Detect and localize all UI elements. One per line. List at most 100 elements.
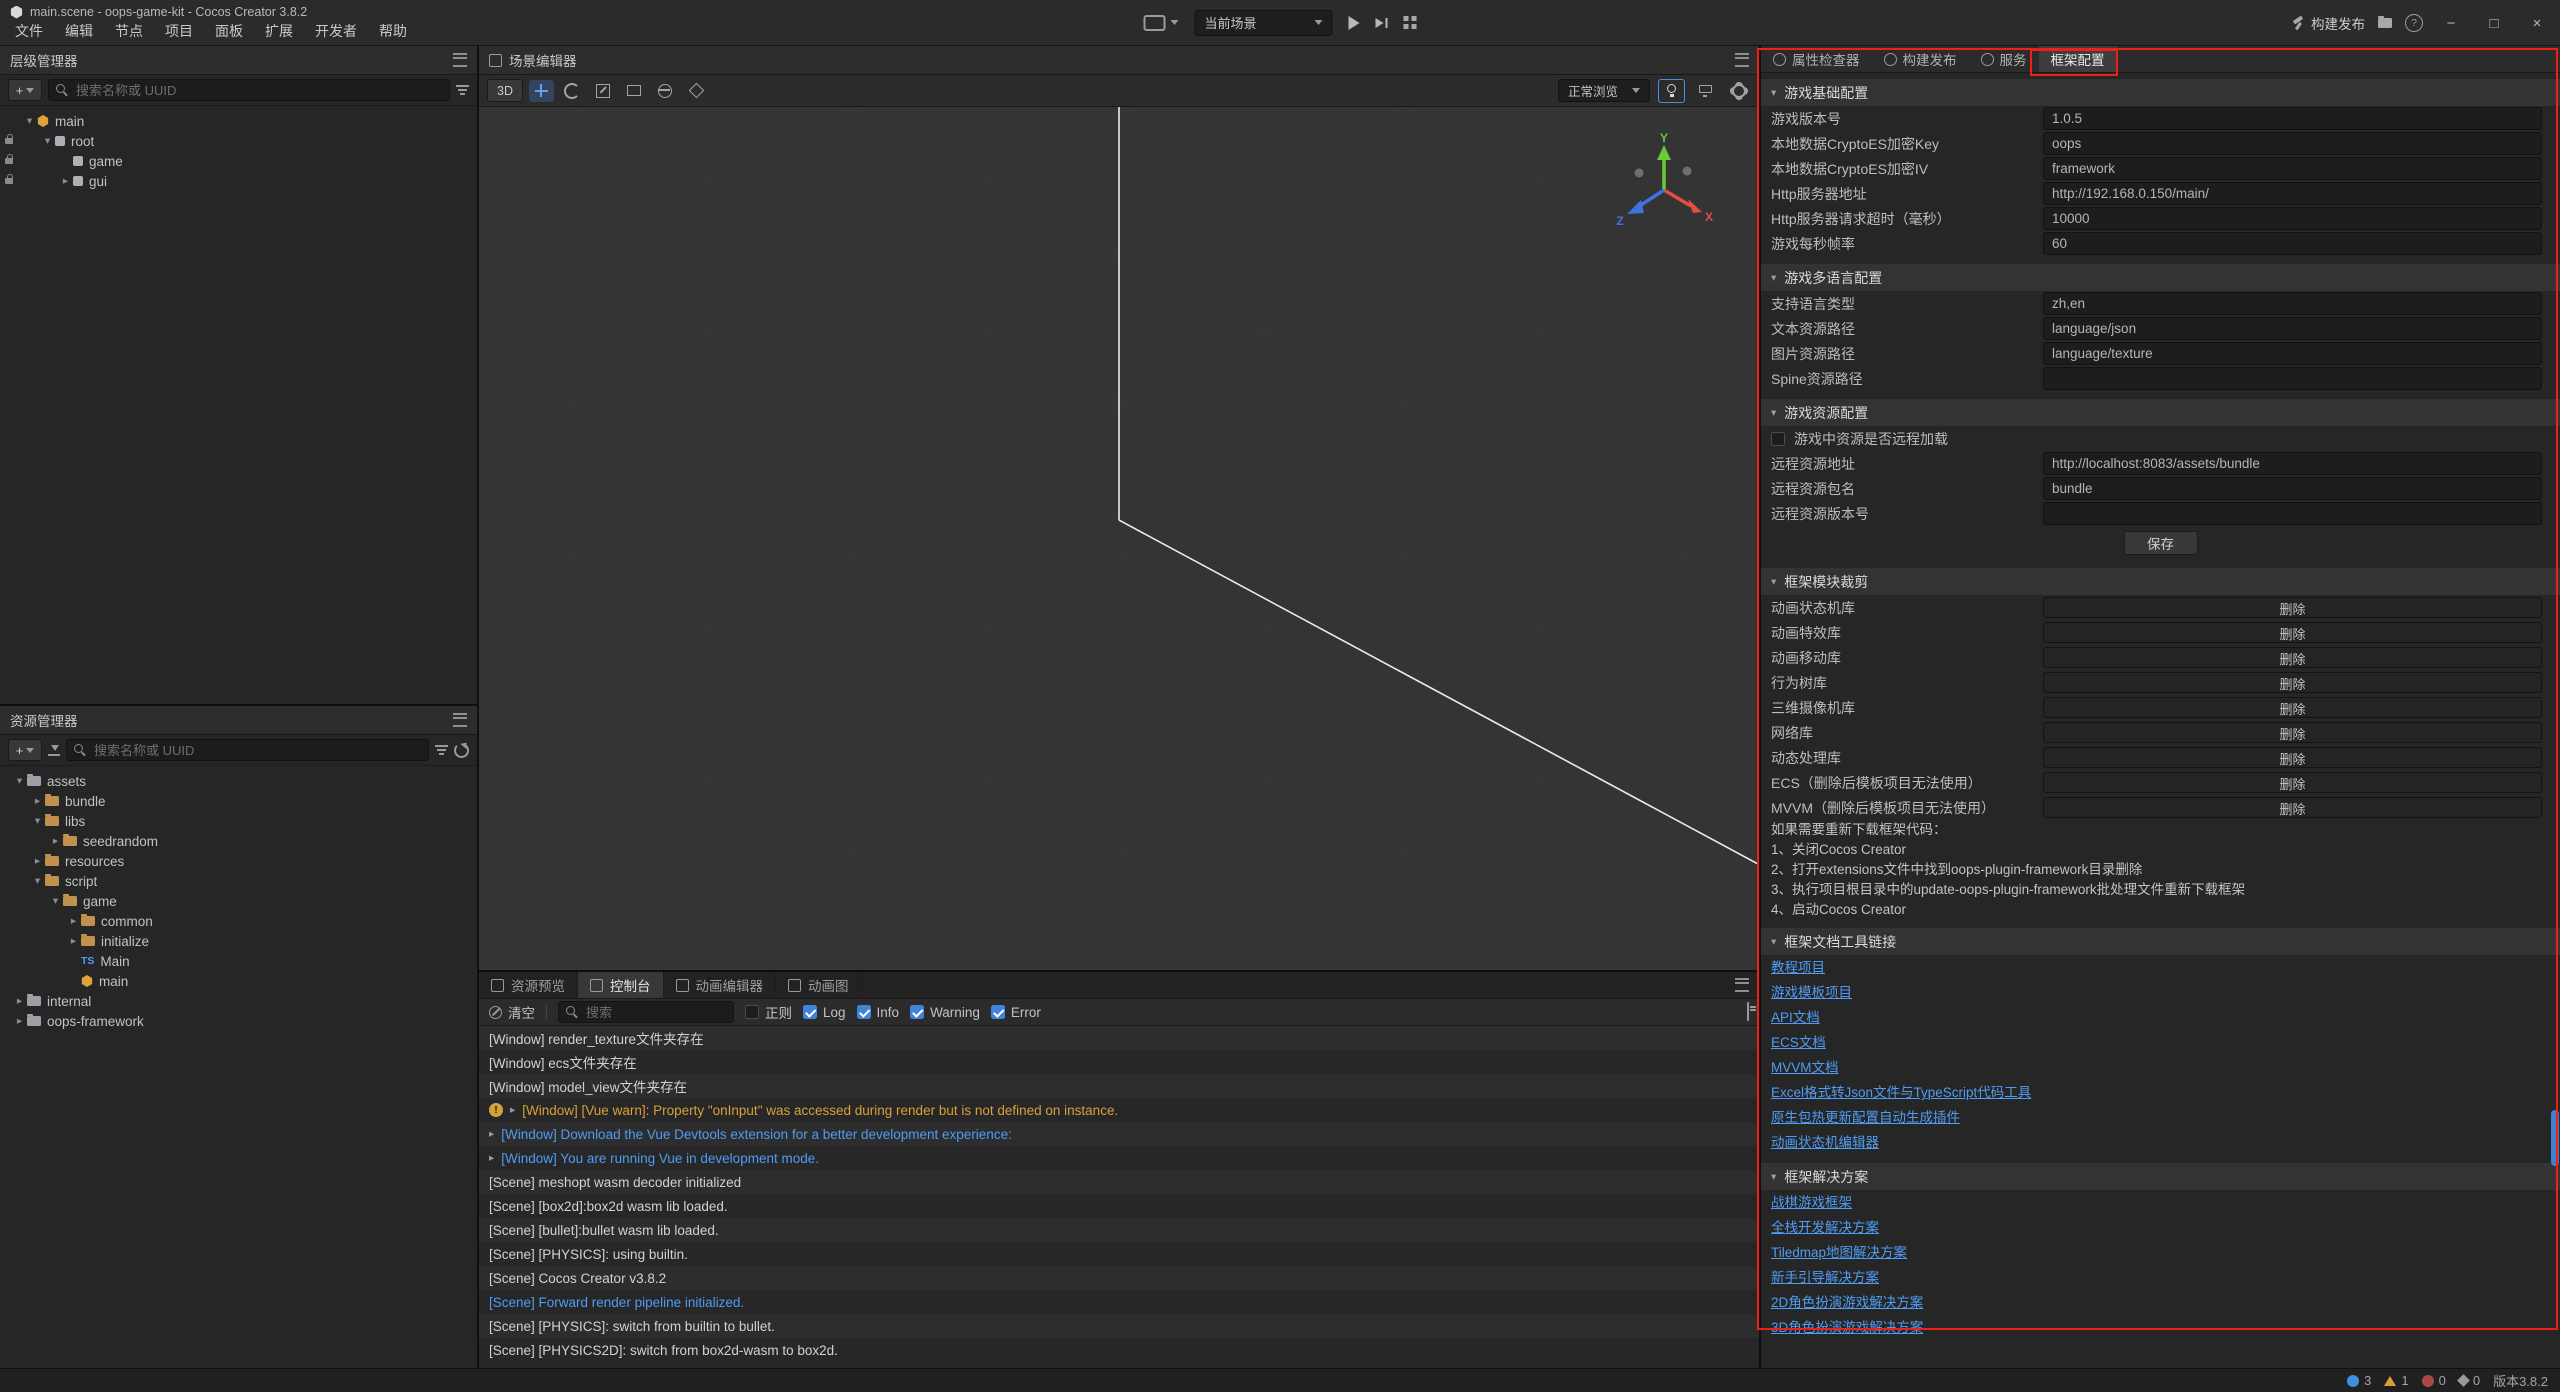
asset-node-Main[interactable]: TSMain xyxy=(0,951,477,971)
menu-item-编辑[interactable]: 编辑 xyxy=(54,19,104,43)
expand-arrow-icon[interactable]: ▾ xyxy=(12,775,27,787)
rect-tool-button[interactable] xyxy=(622,80,647,102)
delete-button-动画状态机库[interactable]: 删除 xyxy=(2043,597,2542,618)
doc-link-ECS文档[interactable]: ECS文档 xyxy=(1761,1030,2560,1055)
assets-search-input[interactable] xyxy=(92,742,421,759)
create-asset-button[interactable]: + xyxy=(8,739,42,761)
tasks-badge[interactable]: 0 xyxy=(2459,1373,2480,1388)
tab-anim-editor[interactable]: 动画编辑器 xyxy=(664,972,777,998)
asset-node-initialize[interactable]: ▸initialize xyxy=(0,931,477,951)
asset-node-oops-framework[interactable]: ▸oops-framework xyxy=(0,1011,477,1031)
console-message[interactable]: [Scene] [PHYSICS2D]: switch from box2d-w… xyxy=(479,1338,1759,1362)
asset-node-script[interactable]: ▾script xyxy=(0,871,477,891)
delete-button-行为树库[interactable]: 删除 xyxy=(2043,672,2542,693)
regex-toggle[interactable]: 正则 xyxy=(745,1002,792,1022)
menu-item-节点[interactable]: 节点 xyxy=(104,19,154,43)
console-message[interactable]: [Scene] [box2d]:box2d wasm lib loaded. xyxy=(479,1194,1759,1218)
section-header[interactable]: ▾游戏基础配置 xyxy=(1761,79,2560,106)
create-node-button[interactable]: + xyxy=(8,79,42,101)
tab-服务[interactable]: 服务 xyxy=(1969,46,2039,72)
expand-arrow-icon[interactable]: ▾ xyxy=(22,115,37,127)
tab-console[interactable]: 控制台 xyxy=(578,972,664,998)
hierarchy-node-game[interactable]: game xyxy=(0,151,477,171)
menu-item-开发者[interactable]: 开发者 xyxy=(304,19,368,43)
property-input-远程资源地址[interactable] xyxy=(2043,452,2542,475)
expand-arrow-icon[interactable]: ▸ xyxy=(30,795,45,807)
console-message[interactable]: [Scene] [PHYSICS]: switch from builtin t… xyxy=(479,1314,1759,1338)
expand-arrow-icon[interactable]: ▸ xyxy=(489,1152,494,1164)
property-input-远程资源版本号[interactable] xyxy=(2043,502,2542,525)
menu-item-帮助[interactable]: 帮助 xyxy=(368,19,418,43)
expand-arrow-icon[interactable]: ▸ xyxy=(510,1104,515,1116)
layout-button[interactable] xyxy=(1404,16,1417,29)
menu-item-面板[interactable]: 面板 xyxy=(204,19,254,43)
checkbox-log[interactable] xyxy=(803,1005,817,1019)
property-input-文本资源路径[interactable] xyxy=(2043,317,2542,340)
property-input-图片资源路径[interactable] xyxy=(2043,342,2542,365)
panel-menu-icon[interactable] xyxy=(1735,53,1749,67)
info-count-badge[interactable]: 3 xyxy=(2347,1373,2371,1388)
tab-构建发布[interactable]: 构建发布 xyxy=(1872,46,1969,72)
doc-link-游戏模板项目[interactable]: 游戏模板项目 xyxy=(1761,980,2560,1005)
section-header[interactable]: ▾游戏多语言配置 xyxy=(1761,264,2560,291)
section-header[interactable]: ▾框架模块裁剪 xyxy=(1761,568,2560,595)
doc-link-全栈开发解决方案[interactable]: 全栈开发解决方案 xyxy=(1761,1215,2560,1240)
property-input-本地数据CryptoES加密IV[interactable] xyxy=(2043,157,2542,180)
scale-tool-button[interactable] xyxy=(591,80,616,102)
project-folder-icon[interactable] xyxy=(2378,18,2392,28)
scene-display-button[interactable] xyxy=(1693,80,1718,102)
expand-arrow-icon[interactable]: ▸ xyxy=(489,1128,494,1140)
checkbox-error[interactable] xyxy=(991,1005,1005,1019)
regex-checkbox[interactable] xyxy=(745,1005,759,1019)
error-count-badge[interactable]: 0 xyxy=(2422,1373,2446,1388)
refresh-icon[interactable] xyxy=(454,743,469,758)
doc-link-动画状态机编辑器[interactable]: 动画状态机编辑器 xyxy=(1761,1130,2560,1155)
tab-preview[interactable]: 资源预览 xyxy=(479,972,578,998)
delete-button-三维摄像机库[interactable]: 删除 xyxy=(2043,697,2542,718)
menu-item-扩展[interactable]: 扩展 xyxy=(254,19,304,43)
asset-node-bundle[interactable]: ▸bundle xyxy=(0,791,477,811)
help-icon[interactable]: ? xyxy=(2405,14,2423,32)
hierarchy-node-gui[interactable]: ▸gui xyxy=(0,171,477,191)
snap-tool-button[interactable] xyxy=(684,80,709,102)
console-message[interactable]: ▸[Window] Download the Vue Devtools exte… xyxy=(479,1122,1759,1146)
expand-arrow-icon[interactable]: ▾ xyxy=(48,895,63,907)
build-publish-button[interactable]: 构建发布 xyxy=(2291,13,2365,33)
property-input-游戏每秒帧率[interactable] xyxy=(2043,232,2542,255)
panel-menu-icon[interactable] xyxy=(453,53,467,67)
console-message[interactable]: ▸[Window] You are running Vue in develop… xyxy=(479,1146,1759,1170)
step-button[interactable] xyxy=(1376,17,1388,29)
filter-info[interactable]: Info xyxy=(857,1005,900,1020)
move-tool-button[interactable] xyxy=(529,80,554,102)
axis-gizmo[interactable]: Y X Z xyxy=(1609,133,1719,243)
section-header[interactable]: ▾游戏资源配置 xyxy=(1761,399,2560,426)
asset-node-internal[interactable]: ▸internal xyxy=(0,991,477,1011)
expand-arrow-icon[interactable]: ▸ xyxy=(48,835,63,847)
section-header[interactable]: ▾框架文档工具链接 xyxy=(1761,928,2560,955)
console-search-input[interactable] xyxy=(584,1004,726,1021)
menu-item-项目[interactable]: 项目 xyxy=(154,19,204,43)
scene-viewport[interactable]: Y X Z xyxy=(479,107,1759,970)
doc-link-Tiledmap地图解决方案[interactable]: Tiledmap地图解决方案 xyxy=(1761,1240,2560,1265)
asset-node-game[interactable]: ▾game xyxy=(0,891,477,911)
asset-node-seedrandom[interactable]: ▸seedrandom xyxy=(0,831,477,851)
doc-link-MVVM文档[interactable]: MVVM文档 xyxy=(1761,1055,2560,1080)
console-message[interactable]: [Window] model_view文件夹存在 xyxy=(479,1074,1759,1098)
delete-button-网络库[interactable]: 删除 xyxy=(2043,722,2542,743)
play-button[interactable] xyxy=(1349,16,1360,30)
console-message[interactable]: [Scene] [bullet]:bullet wasm lib loaded. xyxy=(479,1218,1759,1242)
filter-warning[interactable]: Warning xyxy=(910,1005,980,1020)
console-message[interactable]: [Scene] [PHYSICS]: using builtin. xyxy=(479,1242,1759,1266)
doc-link-新手引导解决方案[interactable]: 新手引导解决方案 xyxy=(1761,1265,2560,1290)
warning-count-badge[interactable]: 1 xyxy=(2384,1373,2408,1388)
checkbox-info[interactable] xyxy=(857,1005,871,1019)
property-input-Http服务器地址[interactable] xyxy=(2043,182,2542,205)
delete-button-动画移动库[interactable]: 删除 xyxy=(2043,647,2542,668)
console-message[interactable]: [Scene] Forward render pipeline initiali… xyxy=(479,1290,1759,1314)
asset-node-main[interactable]: main xyxy=(0,971,477,991)
scrollbar-thumb[interactable] xyxy=(2551,1110,2559,1166)
close-button[interactable]: × xyxy=(2522,8,2552,38)
view-mode-select[interactable]: 正常浏览 xyxy=(1558,79,1650,102)
scene-select[interactable]: 当前场景 xyxy=(1195,10,1333,36)
remote-load-checkbox[interactable] xyxy=(1771,432,1785,446)
